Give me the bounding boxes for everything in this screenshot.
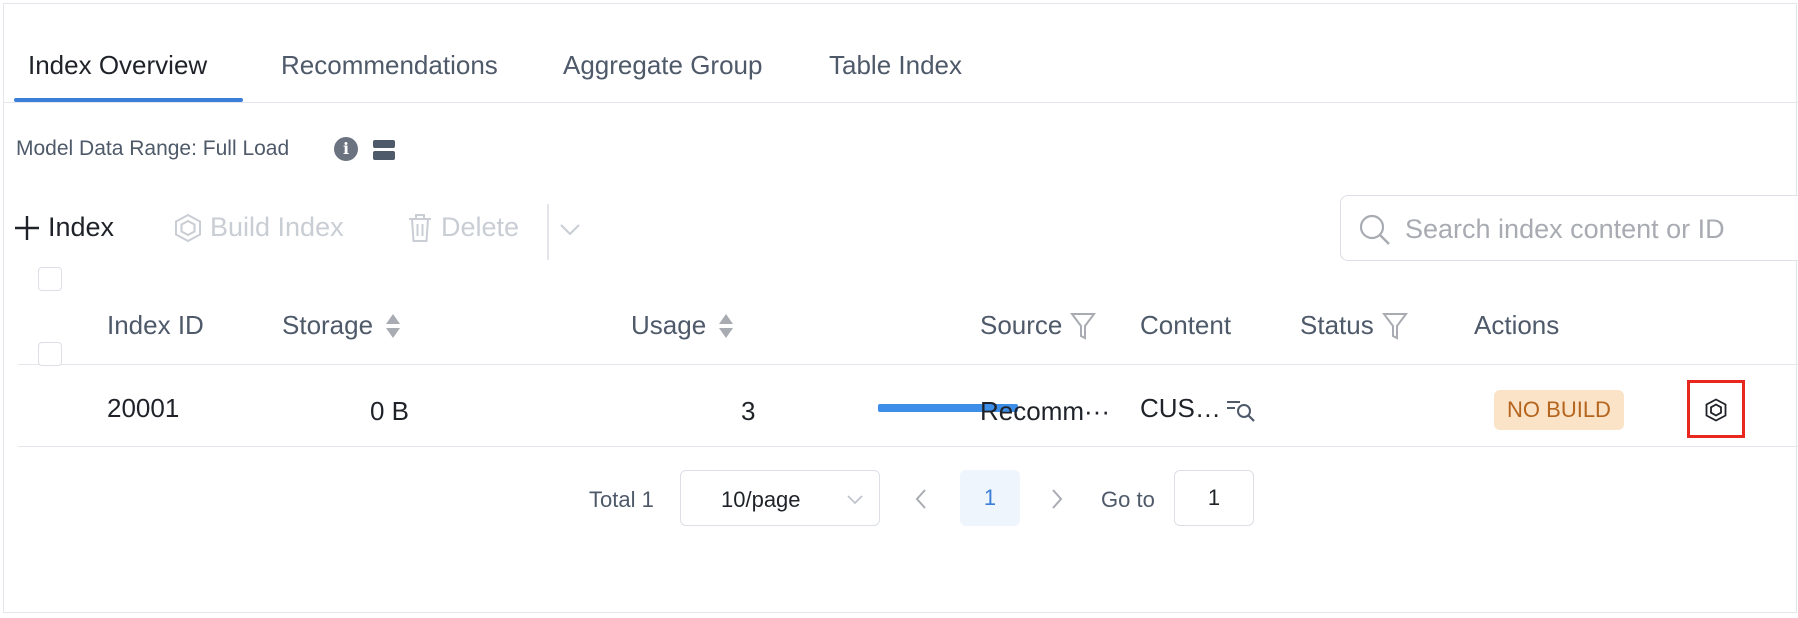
column-header-index-id: Index ID — [107, 310, 204, 341]
info-icon[interactable]: i — [334, 137, 358, 161]
column-header-label: Index ID — [107, 310, 204, 340]
current-page-button[interactable]: 1 — [960, 470, 1020, 526]
cell-source: Recomm··· — [980, 396, 1110, 426]
toolbar-divider — [547, 204, 549, 260]
cell-usage-count: 3 — [741, 396, 756, 426]
search-icon — [1359, 214, 1390, 245]
search-box — [1340, 195, 1798, 261]
column-header-label: Storage — [282, 310, 374, 340]
tab-aggregate-group[interactable]: Aggregate Group — [563, 50, 762, 81]
search-input[interactable] — [1403, 206, 1787, 252]
column-header-usage[interactable]: Usage — [631, 310, 734, 341]
filter-icon[interactable] — [1070, 311, 1097, 341]
column-header-actions: Actions — [1474, 310, 1559, 341]
cell-index-id: 20001 — [107, 393, 180, 423]
delete-button[interactable]: Delete — [407, 212, 519, 243]
model-data-range-label: Model Data Range: Full Load — [16, 137, 290, 160]
tab-recommendations[interactable]: Recommendations — [281, 50, 498, 81]
cell-content: CUS… — [1140, 393, 1221, 423]
add-index-button[interactable]: Index — [14, 212, 114, 243]
tab-table-index[interactable]: Table Index — [829, 50, 962, 81]
active-tab-indicator — [14, 98, 243, 102]
view-content-icon[interactable] — [1226, 398, 1256, 422]
row-checkbox[interactable] — [38, 342, 62, 366]
next-page-icon[interactable] — [1050, 488, 1064, 510]
column-header-label: Status — [1300, 310, 1374, 340]
column-header-label: Source — [980, 310, 1063, 340]
page-size-value: 10/page — [721, 487, 801, 512]
chevron-down-icon[interactable] — [558, 217, 582, 241]
filter-icon[interactable] — [1381, 311, 1408, 341]
sort-icon[interactable] — [718, 313, 734, 339]
select-all-checkbox[interactable] — [38, 267, 62, 291]
pagination-total: Total 1 — [589, 487, 654, 512]
cube-icon — [1705, 398, 1727, 422]
page-size-select[interactable]: 10/page — [680, 470, 880, 526]
chevron-down-icon — [847, 495, 863, 505]
delete-label: Delete — [441, 212, 520, 242]
cell-storage: 0 B — [370, 396, 410, 426]
tab-bar: Index Overview Recommendations Aggregate… — [4, 4, 1798, 103]
tab-index-overview[interactable]: Index Overview — [28, 50, 207, 81]
column-header-status[interactable]: Status — [1300, 310, 1408, 341]
cube-icon — [175, 213, 201, 242]
goto-label: Go to — [1101, 487, 1155, 512]
column-header-source[interactable]: Source — [980, 310, 1097, 341]
goto-page-input[interactable] — [1174, 470, 1254, 526]
sort-icon[interactable] — [385, 313, 401, 339]
status-badge: NO BUILD — [1494, 390, 1624, 430]
column-header-label: Usage — [631, 310, 707, 340]
build-index-label: Build Index — [210, 212, 344, 242]
previous-page-icon[interactable] — [914, 488, 928, 510]
trash-icon — [409, 213, 431, 242]
column-header-storage[interactable]: Storage — [282, 310, 401, 341]
build-index-button[interactable]: Build Index — [174, 212, 344, 243]
column-header-label: Content — [1140, 310, 1232, 340]
column-header-content: Content — [1140, 310, 1231, 341]
plus-icon — [15, 215, 39, 240]
index-panel: Index Overview Recommendations Aggregate… — [3, 3, 1798, 613]
storage-icon[interactable] — [372, 139, 396, 161]
add-index-label: Index — [48, 212, 115, 242]
build-index-action-button[interactable] — [1687, 380, 1745, 438]
column-header-label: Actions — [1474, 310, 1560, 340]
